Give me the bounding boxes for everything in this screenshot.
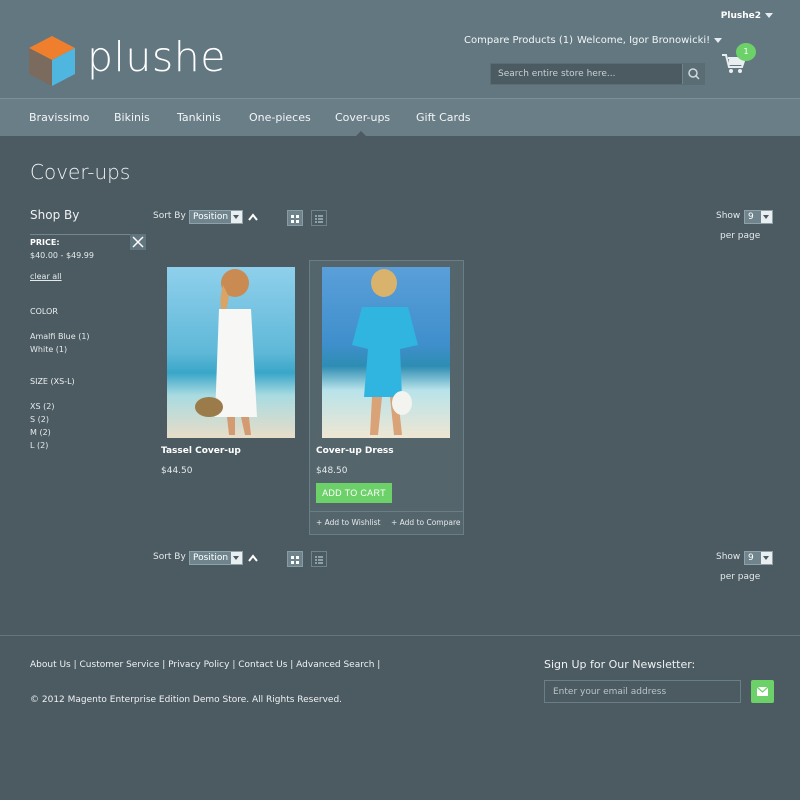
sort-by-select[interactable]: Position bbox=[189, 210, 243, 224]
footer-link-advanced-search[interactable]: Advanced Search bbox=[296, 660, 374, 670]
newsletter-label: Sign Up for Our Newsletter: bbox=[544, 658, 696, 671]
limiter-value: 9 bbox=[748, 553, 754, 563]
grid-view-button[interactable] bbox=[287, 210, 303, 226]
logo-text: plushe bbox=[87, 33, 226, 81]
product-image-tassel-cover-up[interactable] bbox=[167, 267, 295, 438]
size-facet-title: SIZE (XS-L) bbox=[30, 377, 75, 386]
close-icon bbox=[132, 236, 144, 248]
shop-by-title: Shop By bbox=[30, 208, 80, 222]
chevron-down-icon bbox=[231, 552, 242, 564]
per-page-label: per page bbox=[720, 231, 761, 241]
chevron-down-icon bbox=[765, 13, 773, 18]
chevron-down-icon bbox=[761, 552, 772, 564]
grid-icon bbox=[291, 215, 299, 223]
footer-divider bbox=[0, 635, 800, 636]
sort-by-label-bottom: Sort By bbox=[153, 552, 186, 562]
logo[interactable]: plushe bbox=[29, 33, 225, 90]
chevron-down-icon bbox=[714, 37, 723, 43]
account-menu[interactable]: Welcome, Igor Bronowicki! bbox=[577, 35, 723, 46]
nav-item-bikinis[interactable]: Bikinis bbox=[114, 111, 150, 124]
search-box bbox=[490, 63, 705, 85]
header: plushe Plushe2 Compare Products (1) Welc… bbox=[0, 0, 800, 98]
search-button[interactable] bbox=[682, 64, 704, 84]
grid-icon bbox=[291, 556, 299, 564]
product-name-tassel-cover-up[interactable]: Tassel Cover-up bbox=[161, 446, 241, 456]
price-filter-value: $40.00 - $49.99 bbox=[30, 251, 94, 260]
divider bbox=[310, 511, 463, 512]
search-input[interactable] bbox=[491, 64, 683, 84]
color-facet-title: COLOR bbox=[30, 307, 58, 316]
limiter-value: 9 bbox=[748, 212, 754, 222]
footer-link-about-us[interactable]: About Us bbox=[30, 660, 71, 670]
product-price-tassel-cover-up: $44.50 bbox=[161, 466, 193, 476]
store-switcher-label: Plushe2 bbox=[720, 11, 761, 21]
footer-link-privacy-policy[interactable]: Privacy Policy bbox=[168, 660, 229, 670]
sort-by-value: Position bbox=[193, 212, 229, 222]
limiter-select-bottom[interactable]: 9 bbox=[744, 551, 773, 565]
clear-all-link[interactable]: clear all bbox=[30, 272, 62, 281]
envelope-icon bbox=[756, 686, 769, 696]
logo-cube-icon bbox=[29, 36, 75, 86]
cart-count-badge: 1 bbox=[736, 43, 756, 61]
nav-item-bravissimo[interactable]: Bravissimo bbox=[29, 111, 89, 124]
nav-item-tankinis[interactable]: Tankinis bbox=[177, 111, 221, 124]
price-filter-label: PRICE: bbox=[30, 238, 60, 247]
product-image-cover-up-dress[interactable] bbox=[322, 267, 450, 438]
color-option-white[interactable]: White (1) bbox=[30, 345, 67, 354]
product-name-cover-up-dress[interactable]: Cover-up Dress bbox=[316, 446, 394, 456]
footer-link-contact-us[interactable]: Contact Us bbox=[238, 660, 287, 670]
footer-links: About Us | Customer Service | Privacy Po… bbox=[30, 660, 381, 670]
product-price-cover-up-dress: $48.50 bbox=[316, 466, 348, 476]
list-view-button[interactable] bbox=[311, 210, 327, 226]
divider bbox=[30, 234, 146, 235]
show-label: Show bbox=[716, 211, 741, 221]
size-option-l[interactable]: L (2) bbox=[30, 441, 48, 450]
sort-by-label: Sort By bbox=[153, 211, 186, 221]
nav-item-one-pieces[interactable]: One-pieces bbox=[249, 111, 311, 124]
sort-by-select-bottom[interactable]: Position bbox=[189, 551, 243, 565]
list-view-button-bottom[interactable] bbox=[311, 551, 327, 567]
limiter-select[interactable]: 9 bbox=[744, 210, 773, 224]
sort-direction-icon[interactable] bbox=[248, 554, 258, 562]
grid-view-button-bottom[interactable] bbox=[287, 551, 303, 567]
main-nav: Bravissimo Bikinis Tankinis One-pieces C… bbox=[0, 98, 800, 136]
show-label-bottom: Show bbox=[716, 552, 741, 562]
list-icon bbox=[315, 556, 323, 564]
chevron-down-icon bbox=[761, 211, 772, 223]
color-option-amalfi-blue[interactable]: Amalfi Blue (1) bbox=[30, 332, 90, 341]
size-option-xs[interactable]: XS (2) bbox=[30, 402, 54, 411]
copyright: © 2012 Magento Enterprise Edition Demo S… bbox=[30, 695, 343, 705]
welcome-text: Welcome, Igor Bronowicki! bbox=[577, 35, 711, 46]
store-switcher[interactable]: Plushe2 bbox=[721, 11, 773, 21]
add-to-cart-button[interactable]: ADD TO CART bbox=[316, 483, 392, 503]
per-page-label-bottom: per page bbox=[720, 572, 761, 582]
compare-products-link[interactable]: Compare Products (1) bbox=[464, 35, 573, 46]
footer-link-customer-service[interactable]: Customer Service bbox=[80, 660, 160, 670]
newsletter-subscribe-button[interactable] bbox=[751, 680, 774, 703]
size-option-m[interactable]: M (2) bbox=[30, 428, 51, 437]
nav-item-gift-cards[interactable]: Gift Cards bbox=[416, 111, 471, 124]
search-icon bbox=[688, 68, 700, 80]
size-option-s[interactable]: S (2) bbox=[30, 415, 49, 424]
chevron-down-icon bbox=[231, 211, 242, 223]
add-to-compare-link[interactable]: + Add to Compare bbox=[391, 518, 461, 527]
add-to-wishlist-link[interactable]: + Add to Wishlist bbox=[316, 518, 381, 527]
list-icon bbox=[315, 215, 323, 223]
remove-filter-button[interactable] bbox=[130, 234, 146, 250]
nav-item-cover-ups[interactable]: Cover-ups bbox=[335, 111, 390, 124]
active-nav-indicator bbox=[355, 131, 367, 137]
sort-direction-icon[interactable] bbox=[248, 213, 258, 221]
sort-by-value: Position bbox=[193, 553, 229, 563]
newsletter-email-input[interactable] bbox=[544, 680, 741, 703]
page-title: Cover-ups bbox=[30, 160, 131, 184]
